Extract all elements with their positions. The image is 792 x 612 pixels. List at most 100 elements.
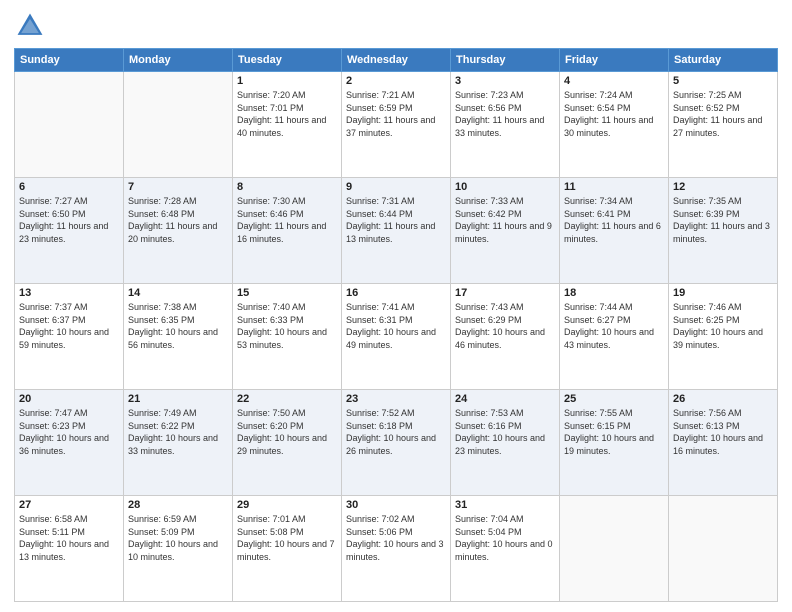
day-detail: Sunrise: 7:20 AMSunset: 7:01 PMDaylight:… bbox=[237, 89, 337, 139]
calendar-cell: 9 Sunrise: 7:31 AMSunset: 6:44 PMDaylight… bbox=[342, 178, 451, 284]
day-number: 2 bbox=[346, 75, 446, 87]
day-number: 25 bbox=[564, 393, 664, 405]
day-detail: Sunrise: 7:27 AMSunset: 6:50 PMDaylight:… bbox=[19, 195, 119, 245]
weekday-header: Monday bbox=[124, 49, 233, 72]
calendar-cell: 14 Sunrise: 7:38 AMSunset: 6:35 PMDayligh… bbox=[124, 284, 233, 390]
logo bbox=[14, 10, 50, 42]
calendar-table: SundayMondayTuesdayWednesdayThursdayFrid… bbox=[14, 48, 778, 602]
calendar-week-row: 6 Sunrise: 7:27 AMSunset: 6:50 PMDaylight… bbox=[15, 178, 778, 284]
day-detail: Sunrise: 7:56 AMSunset: 6:13 PMDaylight:… bbox=[673, 407, 773, 457]
calendar-header-row: SundayMondayTuesdayWednesdayThursdayFrid… bbox=[15, 49, 778, 72]
day-detail: Sunrise: 6:59 AMSunset: 5:09 PMDaylight:… bbox=[128, 513, 228, 563]
calendar-cell: 21Sunrise: 7:49 AMSunset: 6:22 PMDayligh… bbox=[124, 390, 233, 496]
day-number: 12 bbox=[673, 181, 773, 193]
day-number: 31 bbox=[455, 499, 555, 511]
calendar-cell: 10Sunrise: 7:33 AMSunset: 6:42 PMDayligh… bbox=[451, 178, 560, 284]
day-detail: Sunrise: 7:46 AMSunset: 6:25 PMDaylight:… bbox=[673, 301, 773, 351]
day-detail: Sunrise: 7:44 AMSunset: 6:27 PMDaylight:… bbox=[564, 301, 664, 351]
day-number: 30 bbox=[346, 499, 446, 511]
day-detail: Sunrise: 7:47 AMSunset: 6:23 PMDaylight:… bbox=[19, 407, 119, 457]
day-number: 21 bbox=[128, 393, 228, 405]
day-number: 14 bbox=[128, 287, 228, 299]
day-detail: Sunrise: 7:30 AMSunset: 6:46 PMDaylight:… bbox=[237, 195, 337, 245]
calendar-cell: 26 Sunrise: 7:56 AMSunset: 6:13 PMDayligh… bbox=[669, 390, 778, 496]
calendar-cell: 18 Sunrise: 7:44 AMSunset: 6:27 PMDayligh… bbox=[560, 284, 669, 390]
calendar-cell: 3Sunrise: 7:23 AMSunset: 6:56 PMDaylight… bbox=[451, 72, 560, 178]
weekday-header: Thursday bbox=[451, 49, 560, 72]
day-number: 15 bbox=[237, 287, 337, 299]
day-detail: Sunrise: 7:31 AMSunset: 6:44 PMDaylight:… bbox=[346, 195, 446, 245]
calendar-cell: 8 Sunrise: 7:30 AMSunset: 6:46 PMDaylight… bbox=[233, 178, 342, 284]
calendar-cell: 7 Sunrise: 7:28 AMSunset: 6:48 PMDaylight… bbox=[124, 178, 233, 284]
weekday-header: Tuesday bbox=[233, 49, 342, 72]
day-number: 8 bbox=[237, 181, 337, 193]
day-number: 5 bbox=[673, 75, 773, 87]
calendar-cell: 4 Sunrise: 7:24 AMSunset: 6:54 PMDaylight… bbox=[560, 72, 669, 178]
calendar-cell: 5 Sunrise: 7:25 AMSunset: 6:52 PMDaylight… bbox=[669, 72, 778, 178]
day-number: 18 bbox=[564, 287, 664, 299]
day-detail: Sunrise: 7:37 AMSunset: 6:37 PMDaylight:… bbox=[19, 301, 119, 351]
day-number: 26 bbox=[673, 393, 773, 405]
day-detail: Sunrise: 7:34 AMSunset: 6:41 PMDaylight:… bbox=[564, 195, 664, 245]
calendar-cell: 11 Sunrise: 7:34 AMSunset: 6:41 PMDayligh… bbox=[560, 178, 669, 284]
logo-icon bbox=[14, 10, 46, 42]
day-detail: Sunrise: 7:53 AMSunset: 6:16 PMDaylight:… bbox=[455, 407, 555, 457]
calendar-cell: 22 Sunrise: 7:50 AMSunset: 6:20 PMDayligh… bbox=[233, 390, 342, 496]
day-number: 7 bbox=[128, 181, 228, 193]
day-number: 23 bbox=[346, 393, 446, 405]
day-detail: Sunrise: 7:25 AMSunset: 6:52 PMDaylight:… bbox=[673, 89, 773, 139]
day-number: 3 bbox=[455, 75, 555, 87]
calendar-cell: 30Sunrise: 7:02 AMSunset: 5:06 PMDayligh… bbox=[342, 496, 451, 602]
calendar-cell: 25 Sunrise: 7:55 AMSunset: 6:15 PMDayligh… bbox=[560, 390, 669, 496]
calendar-cell bbox=[669, 496, 778, 602]
calendar-cell: 15 Sunrise: 7:40 AMSunset: 6:33 PMDayligh… bbox=[233, 284, 342, 390]
calendar-cell: 2Sunrise: 7:21 AMSunset: 6:59 PMDaylight… bbox=[342, 72, 451, 178]
weekday-header: Sunday bbox=[15, 49, 124, 72]
calendar-cell bbox=[124, 72, 233, 178]
day-detail: Sunrise: 7:33 AMSunset: 6:42 PMDaylight:… bbox=[455, 195, 555, 245]
calendar-cell: 19 Sunrise: 7:46 AMSunset: 6:25 PMDayligh… bbox=[669, 284, 778, 390]
calendar-week-row: 27 Sunrise: 6:58 AMSunset: 5:11 PMDayligh… bbox=[15, 496, 778, 602]
day-number: 4 bbox=[564, 75, 664, 87]
day-number: 11 bbox=[564, 181, 664, 193]
day-detail: Sunrise: 7:35 AMSunset: 6:39 PMDaylight:… bbox=[673, 195, 773, 245]
day-detail: Sunrise: 7:28 AMSunset: 6:48 PMDaylight:… bbox=[128, 195, 228, 245]
weekday-header: Wednesday bbox=[342, 49, 451, 72]
day-detail: Sunrise: 7:50 AMSunset: 6:20 PMDaylight:… bbox=[237, 407, 337, 457]
day-number: 20 bbox=[19, 393, 119, 405]
day-number: 9 bbox=[346, 181, 446, 193]
day-detail: Sunrise: 7:41 AMSunset: 6:31 PMDaylight:… bbox=[346, 301, 446, 351]
day-number: 6 bbox=[19, 181, 119, 193]
day-detail: Sunrise: 6:58 AMSunset: 5:11 PMDaylight:… bbox=[19, 513, 119, 563]
day-detail: Sunrise: 7:43 AMSunset: 6:29 PMDaylight:… bbox=[455, 301, 555, 351]
day-number: 24 bbox=[455, 393, 555, 405]
calendar-cell bbox=[15, 72, 124, 178]
day-detail: Sunrise: 7:40 AMSunset: 6:33 PMDaylight:… bbox=[237, 301, 337, 351]
calendar-cell: 23 Sunrise: 7:52 AMSunset: 6:18 PMDayligh… bbox=[342, 390, 451, 496]
day-number: 22 bbox=[237, 393, 337, 405]
day-detail: Sunrise: 7:52 AMSunset: 6:18 PMDaylight:… bbox=[346, 407, 446, 457]
day-detail: Sunrise: 7:55 AMSunset: 6:15 PMDaylight:… bbox=[564, 407, 664, 457]
day-number: 16 bbox=[346, 287, 446, 299]
calendar-cell bbox=[560, 496, 669, 602]
day-number: 29 bbox=[237, 499, 337, 511]
calendar-cell: 31 Sunrise: 7:04 AMSunset: 5:04 PMDayligh… bbox=[451, 496, 560, 602]
weekday-header: Saturday bbox=[669, 49, 778, 72]
day-number: 27 bbox=[19, 499, 119, 511]
day-number: 19 bbox=[673, 287, 773, 299]
page: SundayMondayTuesdayWednesdayThursdayFrid… bbox=[0, 0, 792, 612]
header bbox=[14, 10, 778, 42]
day-detail: Sunrise: 7:01 AMSunset: 5:08 PMDaylight:… bbox=[237, 513, 337, 563]
calendar-cell: 16 Sunrise: 7:41 AMSunset: 6:31 PMDayligh… bbox=[342, 284, 451, 390]
weekday-header: Friday bbox=[560, 49, 669, 72]
day-detail: Sunrise: 7:04 AMSunset: 5:04 PMDaylight:… bbox=[455, 513, 555, 563]
calendar-week-row: 13 Sunrise: 7:37 AMSunset: 6:37 PMDayligh… bbox=[15, 284, 778, 390]
day-number: 13 bbox=[19, 287, 119, 299]
calendar-cell: 13 Sunrise: 7:37 AMSunset: 6:37 PMDayligh… bbox=[15, 284, 124, 390]
calendar-cell: 29 Sunrise: 7:01 AMSunset: 5:08 PMDayligh… bbox=[233, 496, 342, 602]
calendar-cell: 1 Sunrise: 7:20 AMSunset: 7:01 PMDaylight… bbox=[233, 72, 342, 178]
calendar-cell: 24 Sunrise: 7:53 AMSunset: 6:16 PMDayligh… bbox=[451, 390, 560, 496]
day-detail: Sunrise: 7:24 AMSunset: 6:54 PMDaylight:… bbox=[564, 89, 664, 139]
day-detail: Sunrise: 7:38 AMSunset: 6:35 PMDaylight:… bbox=[128, 301, 228, 351]
day-number: 1 bbox=[237, 75, 337, 87]
